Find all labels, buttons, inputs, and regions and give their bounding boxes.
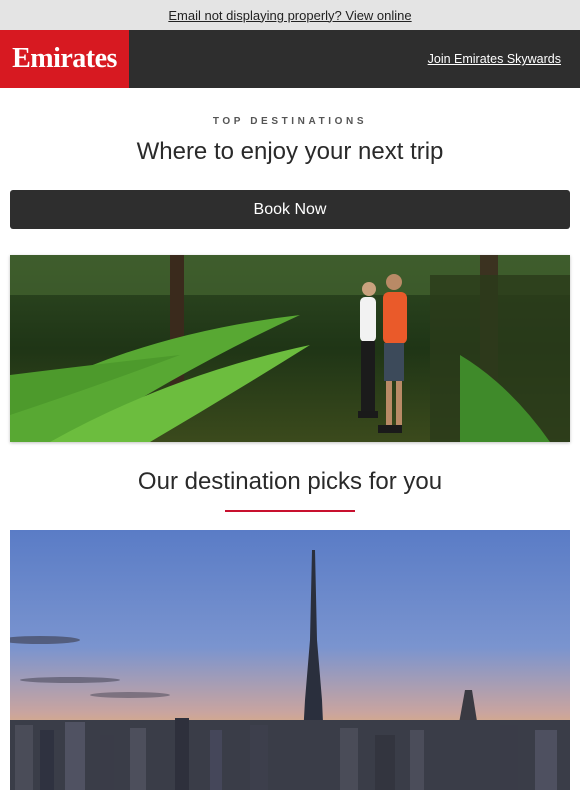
headline-divider [225,510,355,512]
emirates-logo[interactable]: Emirates [0,30,129,88]
eyebrow-label: TOP DESTINATIONS [212,116,368,127]
main-headline: Where to enjoy your next trip [136,138,444,165]
join-skywards-link[interactable]: Join Emirates Skywards [428,52,561,66]
picks-headline: Our destination picks for you [137,468,443,495]
view-online-link[interactable]: Email not displaying properly? View onli… [168,8,411,23]
email-header: Emirates Join Emirates Skywards [0,30,580,88]
book-now-button[interactable]: Book Now [10,190,570,229]
dubai-skyline-image[interactable] [10,530,570,790]
top-bar: Email not displaying properly? View onli… [0,0,580,30]
forest-hikers-image[interactable] [10,255,570,442]
logo-text: Emirates [12,43,117,74]
